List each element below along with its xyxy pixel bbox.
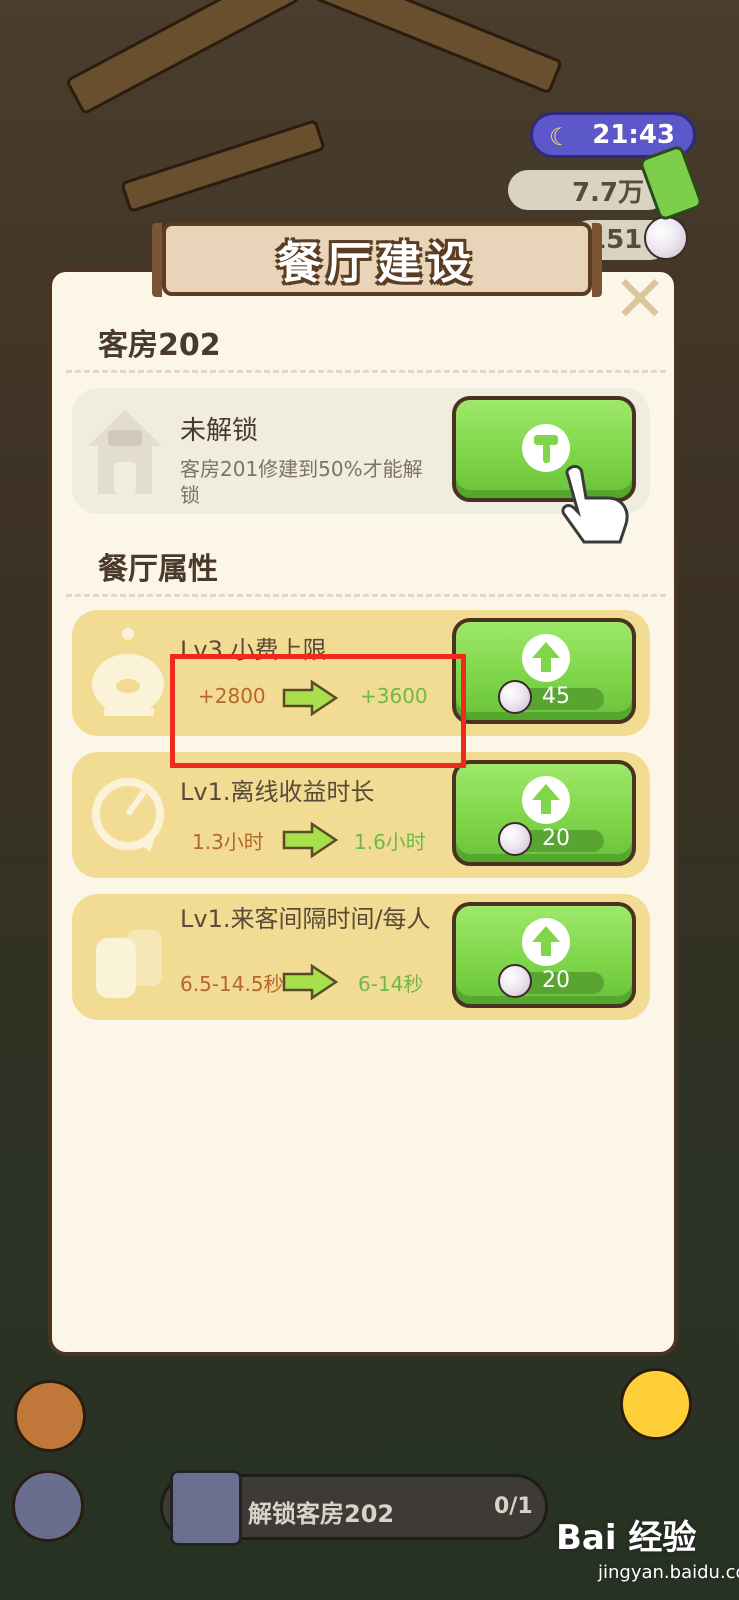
paw-button[interactable] <box>12 1470 84 1542</box>
money-value: 7.7万 <box>571 177 644 208</box>
dialog-title: 餐厅建设 <box>152 222 602 297</box>
clock-time: 21:43 <box>592 120 675 150</box>
task-progress: 0/1 <box>494 1494 533 1519</box>
pearl-icon <box>644 216 688 260</box>
mushroom-house-button[interactable] <box>14 1380 86 1452</box>
upgrade-cost: 45 <box>542 684 570 709</box>
locked-description: 客房201修建到50%才能解锁 <box>180 457 423 507</box>
clock-refresh-icon <box>92 778 164 852</box>
attribute-title: Lv1.来客间隔时间/每人 <box>180 905 431 933</box>
highlight-box <box>170 654 466 768</box>
locked-title: 未解锁 <box>180 416 259 446</box>
customers-icon <box>96 930 162 998</box>
watermark-url: jingyan.baidu.com <box>598 1562 739 1583</box>
arrow-right-icon <box>282 964 338 1000</box>
attribute-current-value: 6.5-14.5秒 <box>180 972 284 996</box>
attribute-next-value: 1.6小时 <box>354 830 426 854</box>
task-note-icon <box>170 1470 242 1546</box>
emoji-button[interactable] <box>620 1368 692 1440</box>
upgrade-button-customer-interval[interactable]: 20 <box>452 902 636 1008</box>
close-button[interactable]: ✕ <box>612 268 668 332</box>
watermark-logo: Bai 经验 <box>556 1518 697 1558</box>
attribute-current-value: 1.3小时 <box>192 830 264 854</box>
pearl-icon <box>498 822 532 856</box>
pointing-hand-icon <box>561 464 629 544</box>
room-section-title: 客房202 <box>98 328 221 363</box>
upgrade-button-offline-duration[interactable]: 20 <box>452 760 636 866</box>
house-icon <box>88 410 162 494</box>
upgrade-arrow-icon <box>522 634 570 682</box>
attribute-title: Lv1.离线收益时长 <box>180 778 375 806</box>
divider <box>66 594 666 597</box>
moon-icon: ☾ <box>549 123 571 151</box>
upgrade-arrow-icon <box>522 918 570 966</box>
upgrade-button-tip-limit[interactable]: 45 <box>452 618 636 724</box>
attribute-next-value: 6-14秒 <box>358 972 424 996</box>
upgrade-cost: 20 <box>542 968 570 993</box>
arrow-right-icon <box>282 822 338 858</box>
piggy-bank-icon <box>92 628 164 716</box>
pearl-icon <box>498 680 532 714</box>
upgrade-cost: 20 <box>542 826 570 851</box>
task-label: 解锁客房202 <box>248 1500 395 1528</box>
attributes-section-title: 餐厅属性 <box>98 552 218 587</box>
upgrade-arrow-icon <box>522 776 570 824</box>
pearl-icon <box>498 964 532 998</box>
close-icon: ✕ <box>613 263 667 337</box>
divider <box>66 370 666 373</box>
